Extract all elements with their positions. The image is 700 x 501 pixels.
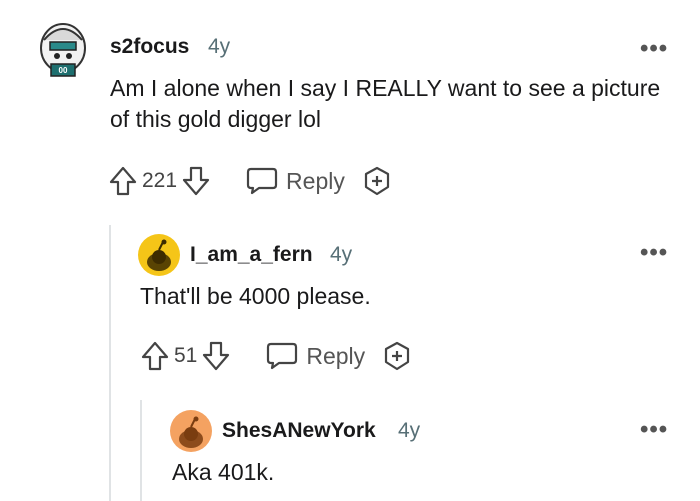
- comment-shesanewyork: ShesANewYork 4y ••• Aka 401k.: [0, 395, 700, 501]
- comment-actions: 221 Reply: [108, 163, 393, 199]
- award-plus-icon[interactable]: [381, 340, 413, 372]
- comment-actions: 51 Reply: [140, 338, 413, 374]
- avatar[interactable]: [138, 234, 180, 276]
- speech-bubble-icon: [245, 166, 279, 196]
- comment-s2focus: 00 s2focus 4y ••• Am I alone when I say …: [0, 0, 700, 220]
- vote-score: 51: [174, 344, 198, 367]
- comment-age: 4y: [398, 419, 421, 442]
- downvote-arrow-icon[interactable]: [181, 165, 211, 197]
- avatar[interactable]: [170, 410, 212, 452]
- more-options-icon[interactable]: •••: [640, 241, 668, 265]
- comment-thread: 00 s2focus 4y ••• Am I alone when I say …: [0, 0, 700, 501]
- upvote-arrow-icon[interactable]: [140, 340, 170, 372]
- comment-body: That'll be 4000 please.: [140, 283, 371, 309]
- svg-text:00: 00: [59, 66, 68, 75]
- reply-button[interactable]: Reply: [245, 166, 345, 196]
- upvote-arrow-icon[interactable]: [108, 165, 138, 197]
- downvote-arrow-icon[interactable]: [201, 340, 231, 372]
- more-options-icon[interactable]: •••: [640, 418, 668, 442]
- award-plus-icon[interactable]: [361, 165, 393, 197]
- username[interactable]: s2focus: [110, 35, 189, 59]
- comment-i-am-a-fern: I_am_a_fern 4y ••• That'll be 4000 pleas…: [0, 220, 700, 390]
- snoo-avatar-icon: [147, 239, 171, 271]
- comment-age: 4y: [330, 243, 353, 266]
- comment-age: 4y: [208, 35, 231, 58]
- comment-body: Am I alone when I say I REALLY want to s…: [110, 75, 661, 132]
- snoo-football-avatar-icon: 00: [40, 23, 86, 77]
- vote-score: 221: [142, 169, 178, 192]
- username[interactable]: ShesANewYork: [222, 419, 376, 443]
- snoo-avatar-icon: [179, 416, 203, 448]
- avatar[interactable]: 00: [36, 18, 90, 78]
- username[interactable]: I_am_a_fern: [190, 243, 313, 267]
- reply-button[interactable]: Reply: [265, 341, 365, 371]
- more-options-icon[interactable]: •••: [640, 37, 668, 61]
- speech-bubble-icon: [265, 341, 299, 371]
- reply-label: Reply: [306, 342, 366, 369]
- reply-label: Reply: [286, 167, 345, 194]
- comment-body: Aka 401k.: [172, 459, 275, 485]
